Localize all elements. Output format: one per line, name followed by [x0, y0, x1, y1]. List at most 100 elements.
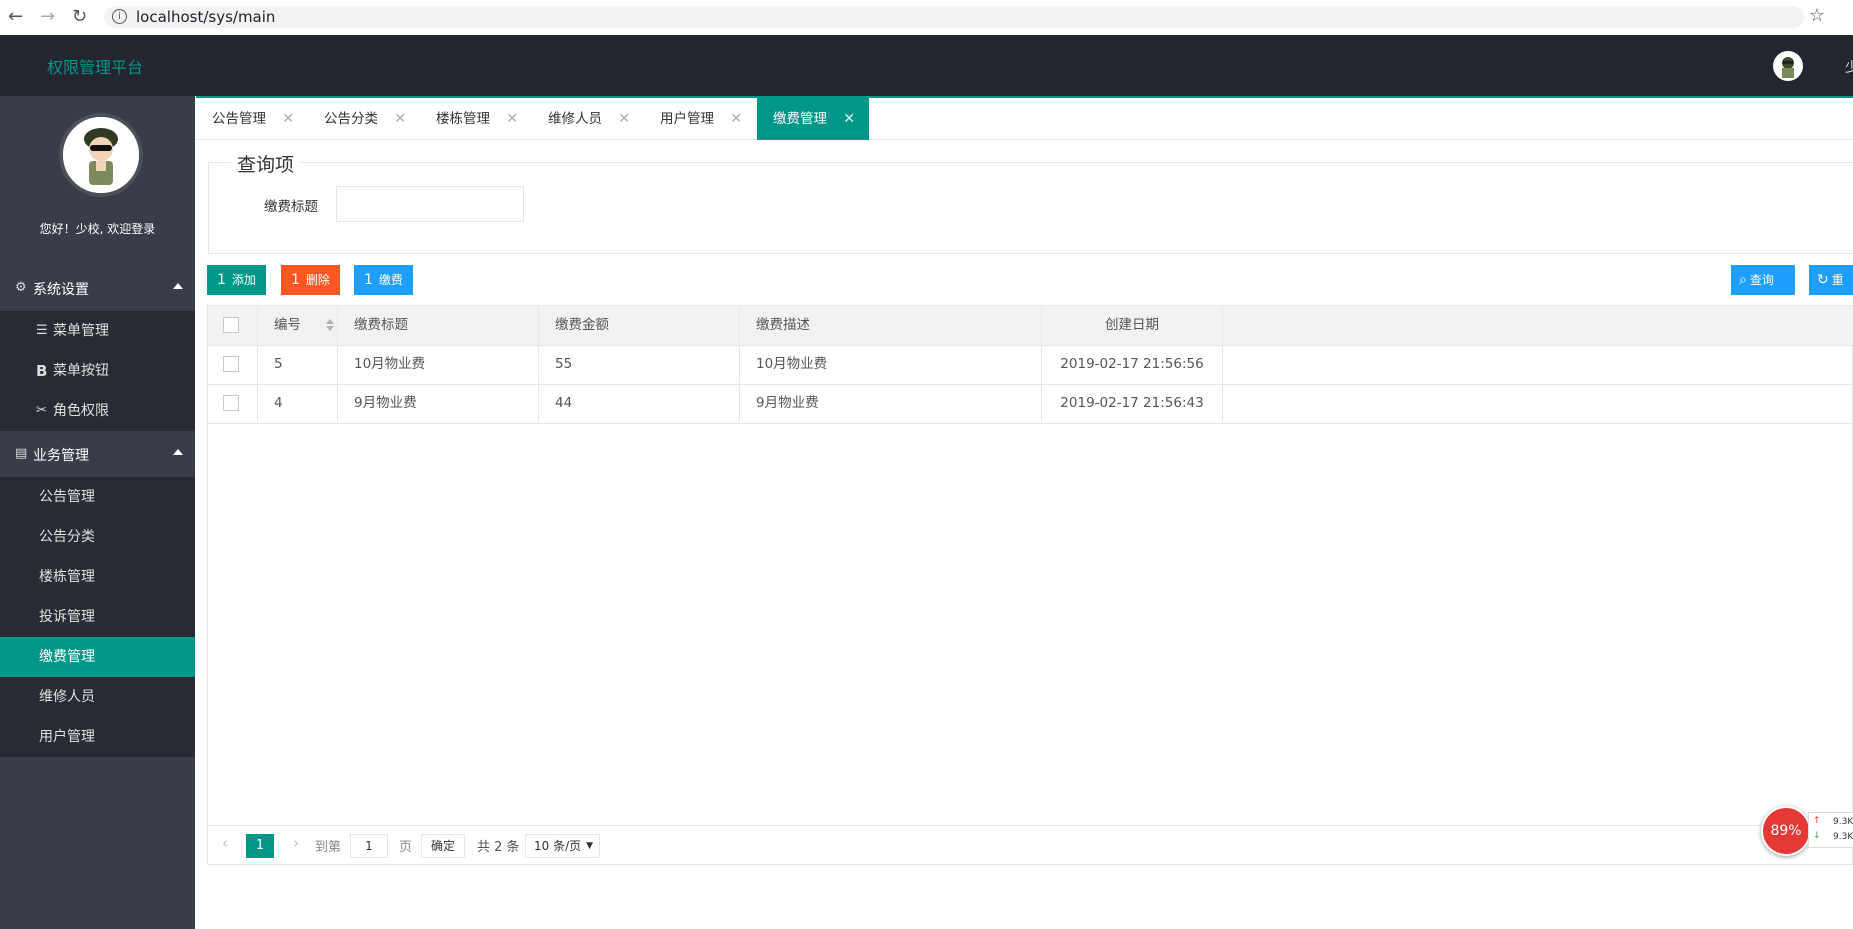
select-all-checkbox[interactable]	[223, 317, 239, 333]
tab-repair-staff[interactable]: 维修人员 ✕	[532, 98, 644, 140]
page-size-select[interactable]: 10 条/页 ▼	[525, 834, 600, 858]
close-icon[interactable]: ✕	[730, 98, 742, 140]
avatar-illustration	[1782, 57, 1794, 78]
goto-page-input[interactable]: 1	[350, 834, 388, 858]
tab-label: 公告管理	[212, 111, 266, 127]
payment-table: 编号 缴费标题 缴费金额 缴费描述 创建日期 5 10月物业费 55 10月物业…	[207, 305, 1853, 865]
add-button[interactable]: 1 添加	[207, 265, 266, 295]
search-button-label: 查询	[1749, 273, 1774, 287]
tab-notice-category[interactable]: 公告分类 ✕	[308, 98, 420, 140]
sidebar-item-repair-staff[interactable]: 维修人员	[0, 677, 195, 717]
tab-payment-management[interactable]: 缴费管理 ✕	[757, 98, 869, 140]
sidebar-item-label: 楼栋管理	[39, 569, 95, 585]
cell-description: 10月物业费	[740, 345, 1042, 383]
network-speed-ball[interactable]: 89%	[1761, 806, 1811, 856]
menu-group-business-management[interactable]: ▤ 业务管理	[0, 431, 195, 477]
close-icon[interactable]: ✕	[394, 98, 406, 140]
network-speed-panel: ↑ 9.3K ↓ 9.3K	[1808, 812, 1853, 848]
reload-icon[interactable]: ↻	[72, 6, 87, 27]
submenu-system-settings: ☰ 菜单管理 B 菜单按钮 ✂ 角色权限	[0, 311, 195, 431]
sidebar-item-menu-buttons[interactable]: B 菜单按钮	[0, 351, 195, 391]
sidebar-item-complaint-management[interactable]: 投诉管理	[0, 597, 195, 637]
close-icon[interactable]: ✕	[618, 98, 630, 140]
dropdown-arrow-icon: ▼	[586, 841, 593, 851]
column-header-description: 缴费描述	[740, 306, 1042, 344]
pagination: ‹ 1 › 到第 1 页 确定 共 2 条 10 条/页 ▼	[207, 825, 1853, 866]
sidebar-item-role-permissions[interactable]: ✂ 角色权限	[0, 391, 195, 431]
sidebar-item-label: 缴费管理	[39, 649, 95, 665]
next-page-icon[interactable]: ›	[293, 834, 299, 852]
soldier-avatar-illustration	[63, 117, 139, 193]
sidebar-item-label: 公告分类	[39, 529, 95, 545]
cell-id: 4	[258, 384, 338, 422]
delete-button[interactable]: 1 删除	[281, 265, 340, 295]
pay-button[interactable]: 1 缴费	[354, 265, 413, 295]
menu-group-system-settings[interactable]: ⚙ 系统设置	[0, 265, 195, 311]
table-row[interactable]: 4 9月物业费 44 9月物业费 2019-02-17 21:56:43	[208, 384, 1853, 424]
menu-group-label: 业务管理	[33, 448, 89, 464]
user-avatar[interactable]	[1773, 51, 1803, 81]
cell-created: 2019-02-17 21:56:43	[1042, 384, 1223, 422]
tab-label: 楼栋管理	[436, 111, 490, 127]
column-header-label: 缴费金额	[555, 317, 609, 333]
info-icon[interactable]: i	[112, 9, 127, 24]
tab-notice-management[interactable]: 公告管理 ✕	[196, 98, 308, 140]
address-bar[interactable]: i localhost/sys/main	[104, 6, 1804, 28]
submenu-business-management: 公告管理 公告分类 楼栋管理 投诉管理 缴费管理 维修人员 用户管理	[0, 477, 195, 757]
sidebar-item-notice-category[interactable]: 公告分类	[0, 517, 195, 557]
table-row[interactable]: 5 10月物业费 55 10月物业费 2019-02-17 21:56:56	[208, 345, 1853, 385]
caret-up-icon	[173, 283, 183, 289]
sidebar-item-label: 公告管理	[39, 489, 95, 505]
profile-avatar	[59, 113, 143, 197]
payment-title-input[interactable]	[336, 186, 524, 222]
sidebar-item-payment-management[interactable]: 缴费管理	[0, 637, 195, 677]
pay-icon: 1	[364, 272, 373, 288]
menu-group-label: 系统设置	[33, 282, 89, 298]
list-icon: ☰	[36, 323, 48, 338]
tab-label: 公告分类	[324, 111, 378, 127]
reset-button-label: 重	[1831, 273, 1844, 287]
search-button[interactable]: ⌕ 查询	[1731, 265, 1795, 295]
sidebar-item-label: 维修人员	[39, 689, 95, 705]
tab-bar: 公告管理 ✕ 公告分类 ✕ 楼栋管理 ✕ 维修人员 ✕ 用户管理 ✕ 缴费管理 …	[196, 96, 1853, 140]
close-icon[interactable]: ✕	[843, 98, 855, 140]
tab-building-management[interactable]: 楼栋管理 ✕	[420, 98, 532, 140]
column-header-id[interactable]: 编号	[258, 306, 338, 344]
url-text: localhost/sys/main	[136, 8, 276, 26]
current-page[interactable]: 1	[246, 834, 274, 858]
row-checkbox-cell	[208, 345, 258, 383]
close-icon[interactable]: ✕	[506, 98, 518, 140]
sidebar-item-building-management[interactable]: 楼栋管理	[0, 557, 195, 597]
tab-label: 缴费管理	[773, 111, 827, 127]
pay-button-label: 缴费	[378, 273, 403, 287]
upload-speed: 9.3K	[1833, 817, 1853, 827]
sidebar-item-user-management[interactable]: 用户管理	[0, 717, 195, 757]
cell-created: 2019-02-17 21:56:56	[1042, 345, 1223, 383]
brand-title: 权限管理平台	[47, 58, 144, 77]
goto-confirm-button[interactable]: 确定	[421, 834, 465, 858]
query-legend: 查询项	[231, 150, 301, 177]
column-header-label: 缴费描述	[756, 317, 810, 333]
sidebar-item-notice-management[interactable]: 公告管理	[0, 477, 195, 517]
goto-label: 到第	[315, 840, 342, 855]
cell-amount: 44	[539, 384, 740, 422]
payment-title-label: 缴费标题	[264, 199, 318, 215]
tab-label: 维修人员	[548, 111, 602, 127]
close-icon[interactable]: ✕	[282, 98, 294, 140]
back-arrow-icon[interactable]: ←	[8, 6, 23, 27]
column-header-label: 缴费标题	[354, 317, 408, 333]
user-name[interactable]: 少	[1845, 57, 1853, 77]
prev-page-icon[interactable]: ‹	[222, 834, 228, 852]
sort-icon[interactable]	[326, 319, 334, 331]
bookmark-star-icon[interactable]: ☆	[1809, 5, 1825, 26]
forward-arrow-icon[interactable]: →	[40, 6, 55, 27]
reset-button[interactable]: ↻ 重	[1809, 265, 1853, 295]
cell-id: 5	[258, 345, 338, 383]
tab-user-management[interactable]: 用户管理 ✕	[644, 98, 756, 140]
add-button-label: 添加	[231, 273, 256, 287]
column-header-label: 编号	[274, 317, 301, 333]
row-checkbox[interactable]	[223, 356, 239, 372]
row-checkbox[interactable]	[223, 395, 239, 411]
column-header-title: 缴费标题	[338, 306, 539, 344]
sidebar-item-menu-management[interactable]: ☰ 菜单管理	[0, 311, 195, 351]
